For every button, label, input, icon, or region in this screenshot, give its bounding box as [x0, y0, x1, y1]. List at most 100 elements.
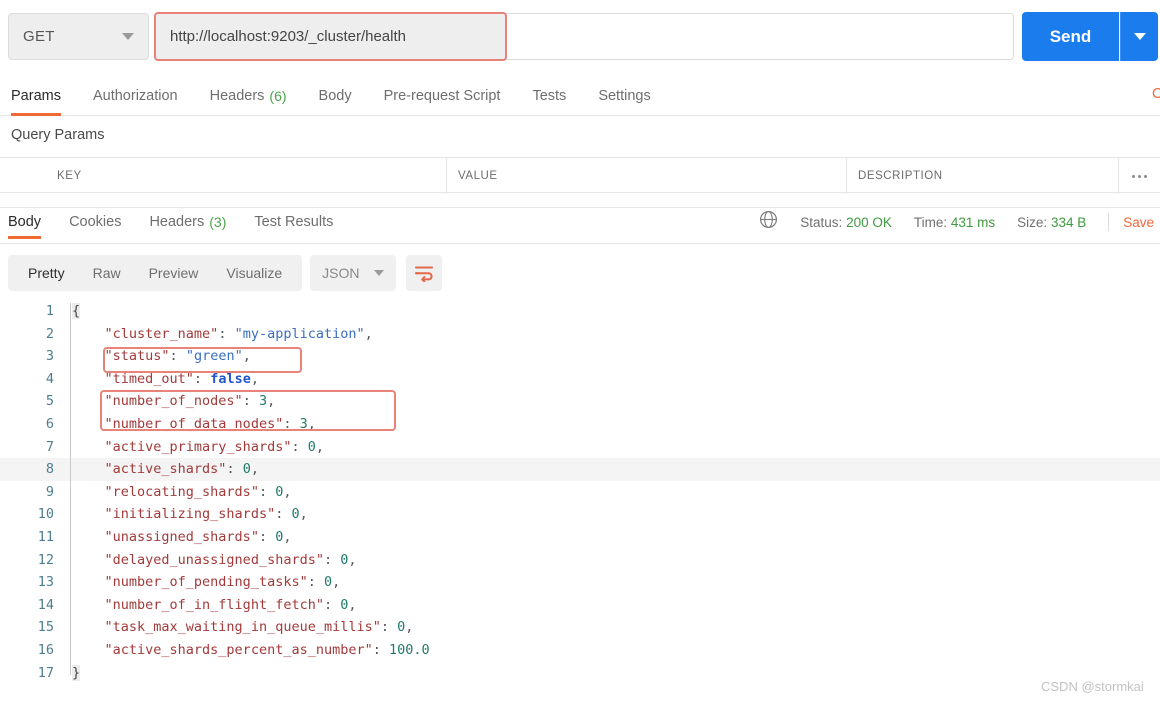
code-line[interactable]: 1{ [0, 300, 1160, 323]
globe-icon [759, 210, 778, 234]
view-mode-raw[interactable]: Raw [79, 265, 135, 281]
token-p: , [267, 393, 276, 410]
token-p: : [275, 506, 292, 523]
token-k: "status" [104, 348, 170, 365]
code-line[interactable]: 14 "number_of_in_flight_fetch": 0, [0, 594, 1160, 617]
code-line[interactable]: 12 "delayed_unassigned_shards": 0, [0, 549, 1160, 572]
tab-label: Params [11, 87, 61, 104]
code-line[interactable]: 6 "number_of_data_nodes": 3, [0, 413, 1160, 436]
tab-label: Headers [209, 87, 265, 104]
request-tab-authorization[interactable]: Authorization [93, 76, 178, 116]
view-mode-visualize[interactable]: Visualize [212, 265, 296, 281]
request-tabs: Params Authorization Headers (6) Body Pre-req… [0, 76, 1160, 116]
line-number: 16 [37, 641, 54, 658]
code-line[interactable]: 16 "active_shards_percent_as_number": 10… [0, 639, 1160, 662]
meta-divider [1108, 213, 1110, 231]
code-line[interactable]: 5 "number_of_nodes": 3, [0, 390, 1160, 413]
request-tab-params[interactable]: Params [11, 76, 61, 116]
code-fold-guide [70, 303, 71, 675]
token-k: "number_of_nodes" [104, 393, 243, 410]
request-tab-tests[interactable]: Tests [532, 76, 566, 116]
word-wrap-button[interactable] [405, 255, 442, 291]
format-select[interactable]: JSON [310, 255, 396, 291]
response-meta: Status: 200 OK Time: 431 ms Size: 334 B … [759, 209, 1160, 235]
request-tab-pre-request-script[interactable]: Pre-request Script [384, 76, 501, 116]
code-line[interactable]: 2 "cluster_name": "my-application", [0, 323, 1160, 346]
ellipsis-icon [1132, 174, 1147, 178]
request-tab-settings[interactable]: Settings [598, 76, 650, 116]
token-k: "active_shards_percent_as_number" [104, 641, 373, 658]
tab-label: Settings [598, 87, 651, 104]
token-k: "unassigned_shards" [104, 528, 259, 545]
token-p: , [348, 551, 357, 568]
line-number: 6 [45, 415, 54, 432]
line-content: "timed_out": false, [72, 368, 259, 391]
code-line[interactable]: 3 "status": "green", [0, 345, 1160, 368]
response-divider [0, 243, 1160, 244]
line-content: "number_of_nodes": 3, [72, 390, 276, 413]
send-options-button[interactable] [1120, 12, 1158, 61]
http-method-label: GET [23, 28, 55, 45]
token-brace: { [72, 303, 81, 319]
code-line[interactable]: 17} [0, 662, 1160, 685]
line-content: "initializing_shards": 0, [72, 503, 308, 526]
response-tab-body[interactable]: Body [8, 203, 42, 241]
token-p: : [193, 370, 211, 387]
tab-count: (6) [269, 87, 287, 104]
line-content: "number_of_data_nodes": 3, [72, 413, 316, 436]
size-label: Size: [1017, 214, 1048, 230]
chevron-down-icon [1133, 33, 1146, 40]
code-line[interactable]: 11 "unassigned_shards": 0, [0, 526, 1160, 549]
table-header-value: VALUE [447, 158, 847, 194]
request-tab-body[interactable]: Body [319, 76, 352, 116]
view-mode-preview[interactable]: Preview [135, 265, 213, 281]
line-number: 9 [45, 483, 54, 500]
table-options-button[interactable] [1119, 158, 1160, 194]
time-label: Time: [913, 214, 948, 230]
tab-label: Cookies [69, 214, 122, 230]
size-value: 334 B [1050, 214, 1087, 230]
url-field-extension[interactable] [506, 13, 1014, 60]
token-p: , [242, 348, 251, 365]
request-tab-headers[interactable]: Headers (6) [210, 76, 287, 116]
save-response-button[interactable]: Save [1123, 215, 1154, 230]
code-line[interactable]: 4 "timed_out": false, [0, 368, 1160, 391]
token-p: : [323, 551, 341, 568]
token-p: : [258, 528, 276, 545]
token-k: "number_of_pending_tasks" [104, 574, 308, 591]
view-mode-pretty[interactable]: Pretty [14, 265, 79, 281]
query-params-table: KEY VALUE DESCRIPTION [0, 157, 1160, 208]
code-line[interactable]: 8 "active_shards": 0, [0, 458, 1160, 481]
token-n: 3 [258, 393, 268, 410]
token-p: : [169, 348, 186, 365]
code-line[interactable]: 13 "number_of_pending_tasks": 0, [0, 571, 1160, 594]
token-k: "timed_out" [104, 370, 194, 387]
token-k: "number_of_in_flight_fetch" [104, 596, 324, 613]
send-button[interactable]: Send [1022, 12, 1119, 61]
token-p: , [315, 438, 324, 455]
code-line[interactable]: 7 "active_primary_shards": 0, [0, 436, 1160, 459]
token-n: 100.0 [389, 641, 430, 658]
watermark: CSDN @stormkai [1041, 679, 1144, 694]
line-content: "status": "green", [72, 345, 251, 368]
token-k: "number_of_data_nodes" [104, 415, 284, 432]
response-tab-test-results[interactable]: Test Results [254, 203, 333, 241]
cookies-link[interactable]: C [1152, 86, 1160, 102]
response-tab-cookies[interactable]: Cookies [69, 203, 121, 241]
code-line[interactable]: 9 "relocating_shards": 0, [0, 481, 1160, 504]
code-line[interactable]: 10 "initializing_shards": 0, [0, 503, 1160, 526]
url-input[interactable]: http://localhost:9203/_cluster/health [155, 13, 506, 60]
token-k: "active_primary_shards" [104, 438, 292, 455]
query-params-title: Query Params [11, 127, 105, 143]
token-k: "delayed_unassigned_shards" [104, 551, 324, 568]
http-method-select[interactable]: GET [8, 13, 149, 60]
token-n: 0 [323, 574, 333, 591]
table-header-key: KEY [46, 158, 447, 194]
response-body-code[interactable]: 1{2 "cluster_name": "my-application", 3 "… [0, 300, 1160, 690]
line-number: 13 [37, 574, 54, 591]
response-tab-headers[interactable]: Headers (3) [149, 203, 226, 241]
token-p: : [323, 596, 341, 613]
code-line[interactable]: 15 "task_max_waiting_in_queue_millis": 0… [0, 616, 1160, 639]
token-p: , [364, 325, 373, 342]
token-k: "cluster_name" [104, 325, 219, 342]
